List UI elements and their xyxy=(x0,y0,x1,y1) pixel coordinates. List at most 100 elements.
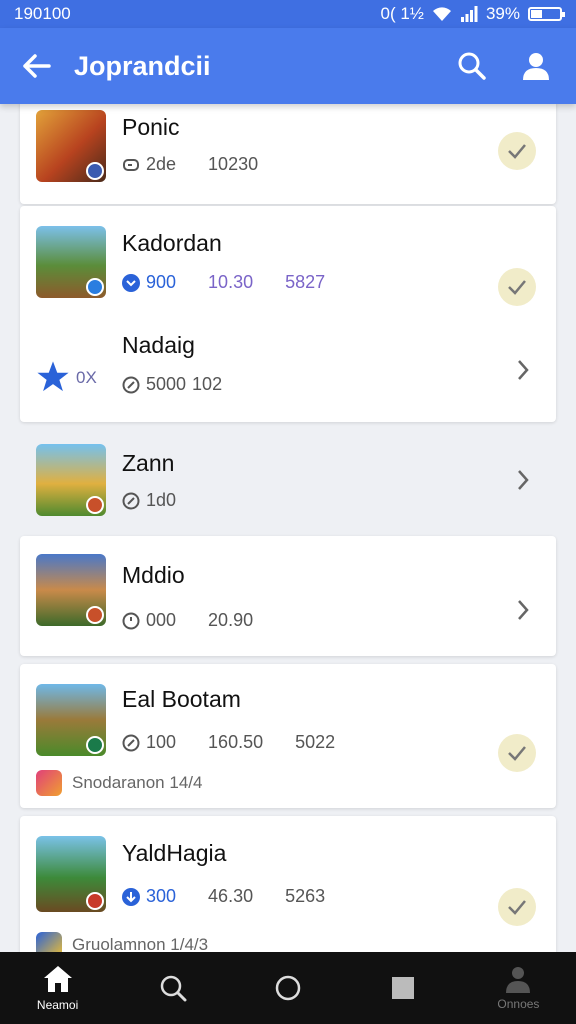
meta-value: 2de xyxy=(146,154,177,174)
star-icon xyxy=(37,361,69,392)
clock-icon xyxy=(122,612,140,629)
item-meta: 000 20.90 xyxy=(122,610,253,631)
app-bar: Joprandcii xyxy=(0,28,576,104)
list-card[interactable]: Mddio 000 20.90 xyxy=(20,536,556,656)
square-icon xyxy=(392,977,415,999)
status-bar: 190100 0( 1½ 39% xyxy=(0,0,576,28)
meta-value: 5263 xyxy=(285,886,326,906)
meta-value: 5022 xyxy=(295,732,336,752)
thumbnail-badge-icon xyxy=(86,606,104,624)
account-icon xyxy=(523,53,549,80)
check-icon xyxy=(508,280,526,295)
download-badge-icon xyxy=(122,887,140,906)
meta-value: 10.30 xyxy=(208,272,254,292)
meta-value: 900 xyxy=(146,272,177,292)
meta-value: 5000 xyxy=(146,374,187,394)
nav-item-home-button[interactable] xyxy=(230,952,345,1024)
chevron-right-icon xyxy=(518,470,529,490)
game-thumbnail xyxy=(36,226,106,298)
search-icon xyxy=(458,52,486,80)
item-name: Nadaig xyxy=(122,332,195,358)
item-meta: 1d0 xyxy=(122,490,176,511)
back-arrow-icon xyxy=(23,54,51,78)
meta-value: 102 xyxy=(192,374,223,394)
thumbnail-badge-icon xyxy=(86,278,104,296)
signal-icon xyxy=(460,6,478,22)
clock-icon xyxy=(122,376,140,393)
app-icon xyxy=(36,770,62,796)
battery-percent: 39% xyxy=(485,4,520,23)
game-thumbnail xyxy=(36,836,106,912)
account-button[interactable] xyxy=(504,28,568,104)
list-item[interactable]: Kadordan 900 10.30 5827 xyxy=(20,206,556,316)
status-misc: 0( 1½ xyxy=(380,4,424,23)
item-meta: 900 10.30 5827 xyxy=(122,272,325,293)
thumbnail-badge-icon xyxy=(86,736,104,754)
nav-label: Neamoi xyxy=(36,998,79,1012)
item-meta: 100 160.50 5022 xyxy=(122,732,335,753)
bottom-navigation: Neamoi Onnoes xyxy=(0,952,576,1024)
check-icon xyxy=(508,746,526,761)
meta-value: 10230 xyxy=(208,154,259,174)
meta-value: 160.50 xyxy=(208,732,264,752)
item-name: Kadordan xyxy=(122,230,222,256)
item-meta: 2de 10230 xyxy=(122,154,258,175)
thumbnail-badge-icon xyxy=(86,892,104,910)
nav-item-search[interactable] xyxy=(115,952,230,1024)
item-name: Eal Bootam xyxy=(122,686,241,712)
meta-value: 46.30 xyxy=(208,886,254,906)
check-button[interactable] xyxy=(498,268,536,306)
list-item[interactable]: Zann 1d0 xyxy=(20,434,556,524)
status-time: 190100 xyxy=(14,4,71,23)
nav-label: Onnoes xyxy=(497,997,540,1011)
meta-value: 100 xyxy=(146,732,177,752)
meta-value: 20.90 xyxy=(208,610,254,630)
person-icon xyxy=(506,967,531,993)
game-thumbnail xyxy=(36,444,106,516)
game-thumbnail xyxy=(36,684,106,756)
meta-value: 300 xyxy=(146,886,177,906)
circle-icon xyxy=(275,975,301,1001)
search-icon xyxy=(160,975,187,1002)
check-icon xyxy=(508,900,526,915)
item-subtitle: Gruolamnon 1/4/3 xyxy=(36,932,208,952)
item-name: Mddio xyxy=(122,562,185,588)
list-card[interactable]: Ponic 2de 10230 xyxy=(20,104,556,204)
download-badge-icon xyxy=(122,273,140,292)
controller-icon xyxy=(123,158,139,171)
page-title: Joprandcii xyxy=(74,50,211,81)
chevron-right-icon xyxy=(518,360,529,380)
list-card: Kadordan 900 10.30 5827 0X Nadaig 5000 1… xyxy=(20,206,556,422)
thumbnail-badge-icon xyxy=(86,162,104,180)
list-card[interactable]: YaldHagia 300 46.30 5263 Gruolamnon 1/4/… xyxy=(20,816,556,952)
status-indicators: 0( 1½ 39% xyxy=(380,4,565,24)
nav-item-home[interactable]: Neamoi xyxy=(0,952,115,1024)
game-list: Ponic 2de 10230 Kadordan 900 10.30 5827 xyxy=(0,104,576,952)
subtitle-text: Snodaranon 14/4 xyxy=(72,773,203,792)
check-button[interactable] xyxy=(498,132,536,170)
item-name: Ponic xyxy=(122,114,180,140)
nav-item-profile[interactable]: Onnoes xyxy=(461,952,576,1024)
search-button[interactable] xyxy=(440,28,504,104)
list-item[interactable]: 0X Nadaig 5000 102 xyxy=(20,316,556,422)
meta-value: 000 xyxy=(146,610,177,630)
check-button[interactable] xyxy=(498,734,536,772)
item-name: YaldHagia xyxy=(122,840,227,866)
item-meta: 300 46.30 5263 xyxy=(122,886,325,907)
game-thumbnail xyxy=(36,110,106,182)
chevron-right-icon xyxy=(518,600,529,620)
game-thumbnail xyxy=(36,554,106,626)
check-button[interactable] xyxy=(498,888,536,926)
check-icon xyxy=(508,144,526,159)
app-icon xyxy=(36,932,62,952)
item-subtitle: Snodaranon 14/4 xyxy=(36,770,202,796)
home-icon xyxy=(43,966,72,992)
nav-item-recents[interactable] xyxy=(346,952,461,1024)
thumbnail-badge-icon xyxy=(86,496,104,514)
clock-icon xyxy=(122,734,140,751)
list-card[interactable]: Eal Bootam 100 160.50 5022 Snodaranon 14… xyxy=(20,664,556,808)
back-button[interactable] xyxy=(0,28,74,104)
wifi-icon xyxy=(432,7,451,21)
subtitle-text: Gruolamnon 1/4/3 xyxy=(72,935,209,952)
battery-icon xyxy=(528,7,565,21)
